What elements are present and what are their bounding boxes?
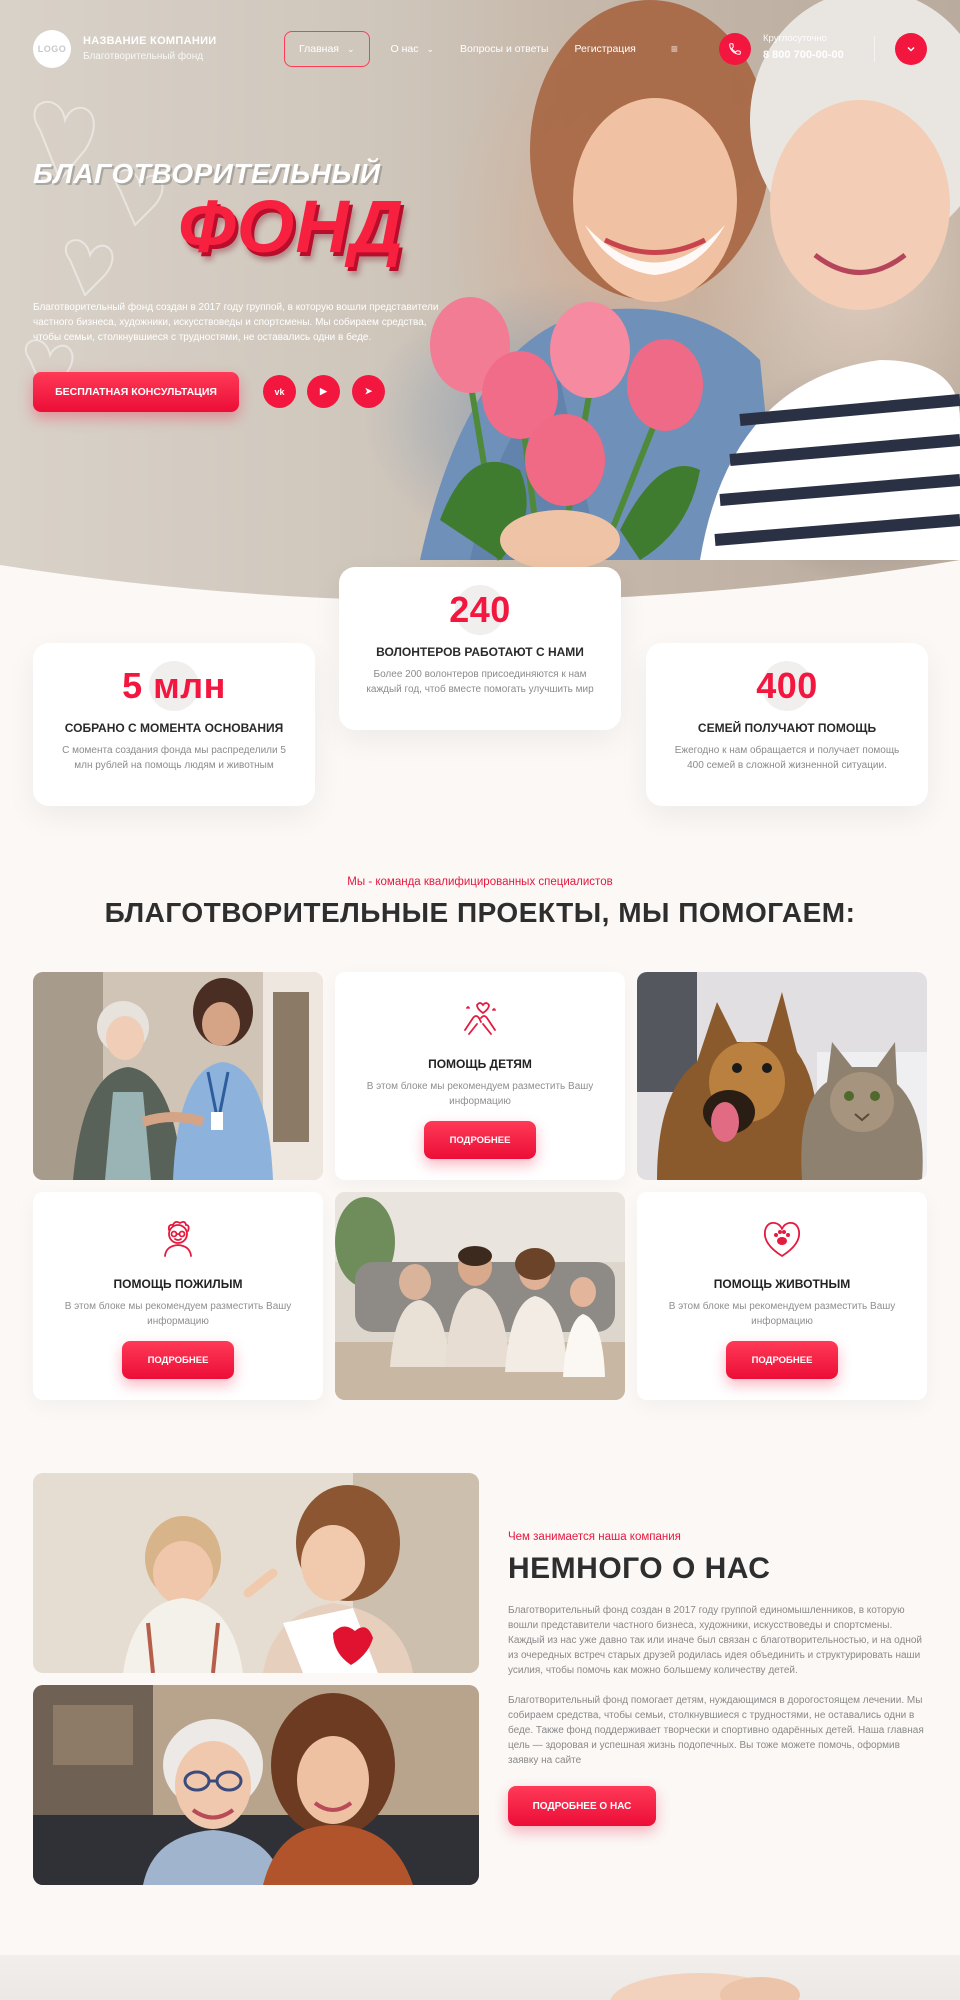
photo-family <box>335 1192 625 1400</box>
menu-icon[interactable]: ≡ <box>671 42 678 56</box>
nav-item-label: Регистрация <box>574 43 636 55</box>
stat-title: ВОЛОНТЕРОВ РАБОТАЮТ С НАМИ <box>376 645 584 659</box>
vk-icon[interactable]: vk <box>263 375 296 408</box>
stat-title: СОБРАНО С МОМЕНТА ОСНОВАНИЯ <box>64 721 284 735</box>
nav-item-label: Главная <box>299 43 339 55</box>
stat-card-raised: 5 млн СОБРАНО С МОМЕНТА ОСНОВАНИЯ С моме… <box>33 643 315 806</box>
children-hands-icon <box>464 1002 496 1035</box>
main-nav: Главная ⌄ О нас ⌄ Вопросы и ответы Регис… <box>284 31 678 67</box>
card-text: В этом блоке мы рекомендуем разместить В… <box>64 1301 292 1327</box>
phone-button[interactable] <box>719 33 751 65</box>
stat-card-volunteers: 240 ВОЛОНТЕРОВ РАБОТАЮТ С НАМИ Более 200… <box>339 567 621 730</box>
project-card-animals: ПОМОЩЬ ЖИВОТНЫМ В этом блоке мы рекоменд… <box>637 1192 927 1400</box>
chevron-down-icon: ⌄ <box>426 43 435 54</box>
company-block: НАЗВАНИЕ КОМПАНИИ Благотворительный фонд <box>83 35 217 62</box>
project-card-elderly: ПОМОЩЬ ПОЖИЛЫМ В этом блоке мы рекоменду… <box>33 1192 323 1400</box>
telegram-icon[interactable]: ➤ <box>352 375 385 408</box>
nav-item-label: О нас <box>390 43 419 55</box>
company-subtitle: Благотворительный фонд <box>83 51 204 62</box>
nav-item-label: Вопросы и ответы <box>460 43 549 55</box>
free-consultation-button[interactable]: БЕСПЛАТНАЯ КОНСУЛЬТАЦИЯ <box>33 372 239 412</box>
youtube-icon[interactable]: ▶ <box>307 375 340 408</box>
photo-elderly-care <box>33 972 323 1180</box>
stat-title: СЕМЕЙ ПОЛУЧАЮТ ПОМОЩЬ <box>697 721 877 735</box>
next-section-preview <box>0 1955 960 2000</box>
stat-value: 240 <box>449 589 511 630</box>
card-text: В этом блоке мы рекомендуем разместить В… <box>668 1301 896 1327</box>
nav-item-registration[interactable]: Регистрация <box>563 31 646 67</box>
nav-item-faq[interactable]: Вопросы и ответы <box>449 31 559 67</box>
photo-mother-child <box>33 1473 479 1673</box>
about-title: НЕМНОГО О НАС <box>508 1552 771 1585</box>
logo[interactable]: LOGO <box>33 30 71 68</box>
dropdown-button[interactable] <box>895 33 927 65</box>
hero-title-line2: ФОНД <box>178 185 405 268</box>
card-title: ПОМОЩЬ ЖИВОТНЫМ <box>713 1277 851 1291</box>
phone-caption: Круглосуточно <box>763 33 827 44</box>
details-button[interactable]: ПОДРОБНЕЕ <box>424 1121 536 1159</box>
about-subtitle: Чем занимается наша компания <box>508 1531 681 1543</box>
paw-heart-icon <box>763 1222 801 1257</box>
hero-description: Благотворительный фонд создан в 2017 год… <box>33 302 439 343</box>
details-button[interactable]: ПОДРОБНЕЕ <box>122 1341 234 1379</box>
about-more-button[interactable]: ПОДРОБНЕЕ О НАС <box>508 1786 656 1826</box>
phone-number[interactable]: 8 800 700-00-00 <box>763 49 844 61</box>
header-divider <box>874 36 875 62</box>
about-paragraph-1: Благотворительный фонд создан в 2017 год… <box>508 1605 923 1676</box>
photo-grandmother-daughter <box>33 1685 479 1885</box>
details-button[interactable]: ПОДРОБНЕЕ <box>726 1341 838 1379</box>
chevron-down-icon <box>907 46 915 52</box>
projects-subtitle: Мы - команда квалифицированных специалис… <box>347 876 613 888</box>
stat-text: Более 200 волонтеров присоединяются к на… <box>366 669 594 695</box>
card-title: ПОМОЩЬ ПОЖИЛЫМ <box>113 1277 243 1291</box>
card-text: В этом блоке мы рекомендуем разместить В… <box>366 1081 594 1107</box>
card-title: ПОМОЩЬ ДЕТЯМ <box>428 1057 532 1071</box>
company-name: НАЗВАНИЕ КОМПАНИИ <box>83 35 217 47</box>
phone-icon <box>729 43 741 55</box>
stat-text: С момента создания фонда мы распределили… <box>62 745 286 771</box>
chevron-down-icon: ⌄ <box>346 43 355 54</box>
site-header: LOGO НАЗВАНИЕ КОМПАНИИ Благотворительный… <box>0 0 960 100</box>
stat-card-families: 400 СЕМЕЙ ПОЛУЧАЮТ ПОМОЩЬ Ежегодно к нам… <box>646 643 928 806</box>
elderly-icon <box>164 1220 192 1257</box>
project-card-children: ПОМОЩЬ ДЕТЯМ В этом блоке мы рекомендуем… <box>335 972 625 1180</box>
photo-pets <box>637 972 927 1180</box>
about-paragraph-2: Благотворительный фонд помогает детям, н… <box>508 1695 924 1766</box>
phone-info: Круглосуточно 8 800 700-00-00 <box>763 33 844 61</box>
stat-value: 400 <box>756 665 818 706</box>
projects-title: БЛАГОТВОРИТЕЛЬНЫЕ ПРОЕКТЫ, МЫ ПОМОГАЕМ: <box>104 897 856 928</box>
stat-value: 5 млн <box>122 665 226 706</box>
nav-item-home[interactable]: Главная ⌄ <box>284 31 370 67</box>
hero-section: LOGO НАЗВАНИЕ КОМПАНИИ Благотворительный… <box>0 0 960 620</box>
stat-text: Ежегодно к нам обращается и получает пом… <box>674 745 900 771</box>
nav-item-about[interactable]: О нас ⌄ <box>380 31 446 67</box>
